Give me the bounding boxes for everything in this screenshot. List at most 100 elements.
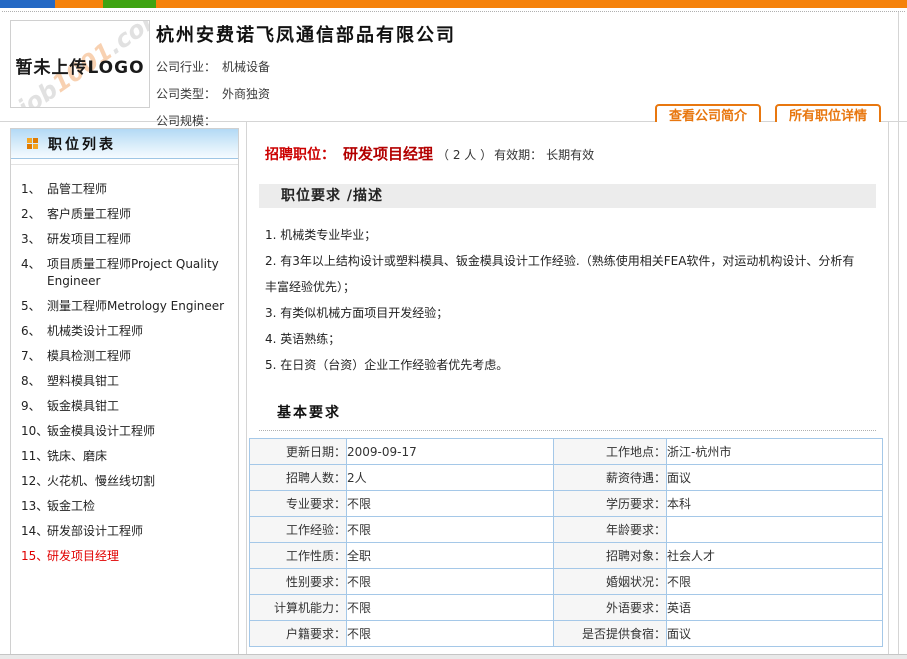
sidebar-item-job[interactable]: 1、品管工程师 — [19, 177, 232, 202]
req-label: 性别要求： — [250, 569, 347, 595]
job-item-number: 4、 — [19, 256, 47, 290]
job-title: 研发项目经理 — [343, 145, 433, 163]
sidebar-item-job[interactable]: 11、铣床、磨床 — [19, 444, 232, 469]
job-item-number: 12、 — [19, 473, 47, 490]
job-item-label: 项目质量工程师Project Quality Engineer — [47, 256, 232, 290]
req-value: 面议 — [667, 465, 883, 491]
table-row: 更新日期：2009-09-17工作地点：浙江-杭州市 — [250, 439, 883, 465]
page-right-edge — [898, 12, 899, 659]
req-value: 社会人才 — [667, 543, 883, 569]
company-field-label: 公司类型： — [156, 87, 216, 101]
table-row: 工作性质：全职招聘对象：社会人才 — [250, 543, 883, 569]
req-label: 是否提供食宿： — [554, 621, 667, 647]
top-color-bar — [0, 0, 907, 8]
top-bar-segment-orange — [55, 0, 103, 8]
job-item-label: 研发部设计工程师 — [47, 523, 232, 540]
job-item-number: 1、 — [19, 181, 47, 198]
req-value: 不限 — [347, 491, 554, 517]
sidebar-item-job[interactable]: 8、塑料模具钳工 — [19, 369, 232, 394]
sidebar-item-job[interactable]: 6、机械类设计工程师 — [19, 319, 232, 344]
table-row: 户籍要求：不限是否提供食宿：面议 — [250, 621, 883, 647]
req-label: 婚姻状况： — [554, 569, 667, 595]
req-label: 专业要求： — [250, 491, 347, 517]
company-field-row: 公司类型： 外商独资 — [156, 81, 270, 108]
company-field-value: 外商独资 — [222, 87, 270, 101]
job-detail-panel: 招聘职位：研发项目经理（ 2 人 ）有效期：长期有效 职位要求 /描述 1. 机… — [246, 122, 889, 659]
req-value: 不限 — [347, 517, 554, 543]
sidebar-item-job[interactable]: 12、火花机、慢丝线切割 — [19, 469, 232, 494]
table-row: 工作经验：不限年龄要求： — [250, 517, 883, 543]
job-list-header: 职位列表 — [11, 129, 238, 159]
description-line: 3. 有类似机械方面项目开发经验； — [265, 300, 866, 326]
req-label: 招聘人数： — [250, 465, 347, 491]
page: job1001.com 暂未上传LOGO 杭州安费诺飞凤通信部品有限公司 公司行… — [0, 0, 907, 659]
req-value: 英语 — [667, 595, 883, 621]
req-value: 不限 — [667, 569, 883, 595]
req-value: 不限 — [347, 595, 554, 621]
sidebar-item-job[interactable]: 10、钣金模具设计工程师 — [19, 419, 232, 444]
req-label: 外语要求： — [554, 595, 667, 621]
req-label: 薪资待遇： — [554, 465, 667, 491]
job-headcount: （ 2 人 ） — [437, 148, 492, 162]
logo-placeholder-text: 暂未上传LOGO — [11, 53, 149, 78]
req-value: 不限 — [347, 569, 554, 595]
sidebar-item-job[interactable]: 4、项目质量工程师Project Quality Engineer — [19, 252, 232, 294]
sidebar-item-job[interactable]: 15、研发项目经理 — [19, 544, 232, 569]
req-value: 2009-09-17 — [347, 439, 554, 465]
sidebar-item-job[interactable]: 7、模具检测工程师 — [19, 344, 232, 369]
req-label: 工作地点： — [554, 439, 667, 465]
req-label: 计算机能力： — [250, 595, 347, 621]
job-item-label: 钣金工检 — [47, 498, 232, 515]
company-field-label: 公司行业： — [156, 60, 216, 74]
job-list: 1、品管工程师2、客户质量工程师3、研发项目工程师4、项目质量工程师Projec… — [11, 165, 238, 569]
job-header: 招聘职位：研发项目经理（ 2 人 ）有效期：长期有效 — [265, 143, 888, 164]
description-section-title: 职位要求 /描述 — [259, 184, 876, 208]
job-item-label: 研发项目经理 — [47, 548, 232, 565]
job-item-number: 2、 — [19, 206, 47, 223]
sidebar-item-job[interactable]: 5、测量工程师Metrology Engineer — [19, 294, 232, 319]
job-item-number: 8、 — [19, 373, 47, 390]
req-label: 户籍要求： — [250, 621, 347, 647]
req-value: 2人 — [347, 465, 554, 491]
description-line: 5. 在日资（台资）企业工作经验者优先考虑。 — [265, 352, 866, 378]
company-field-row: 公司行业： 机械设备 — [156, 54, 270, 81]
company-field-value: 机械设备 — [222, 60, 270, 74]
req-label: 工作经验： — [250, 517, 347, 543]
job-item-label: 模具检测工程师 — [47, 348, 232, 365]
requirements-section-title: 基本要求 — [259, 396, 876, 431]
table-row: 招聘人数：2人薪资待遇：面议 — [250, 465, 883, 491]
description-lines: 1. 机械类专业毕业；2. 有3年以上结构设计或塑料模具、钣金模具设计工作经验.… — [265, 222, 866, 378]
sidebar-item-job[interactable]: 13、钣金工检 — [19, 494, 232, 519]
req-label: 工作性质： — [250, 543, 347, 569]
job-item-number: 13、 — [19, 498, 47, 515]
job-item-label: 研发项目工程师 — [47, 231, 232, 248]
req-label: 年龄要求： — [554, 517, 667, 543]
requirements-table-body: 更新日期：2009-09-17工作地点：浙江-杭州市招聘人数：2人薪资待遇：面议… — [250, 439, 883, 647]
top-bar-segment-orange2 — [156, 0, 907, 8]
bottom-window-edge — [0, 654, 907, 659]
job-item-label: 塑料模具钳工 — [47, 373, 232, 390]
sidebar-item-job[interactable]: 3、研发项目工程师 — [19, 227, 232, 252]
job-item-label: 铣床、磨床 — [47, 448, 232, 465]
job-item-label: 钣金模具钳工 — [47, 398, 232, 415]
job-item-label: 火花机、慢丝线切割 — [47, 473, 232, 490]
validity-value: 长期有效 — [546, 148, 594, 162]
job-item-number: 7、 — [19, 348, 47, 365]
job-item-number: 14、 — [19, 523, 47, 540]
description-line: 4. 英语熟练； — [265, 326, 866, 352]
table-row: 计算机能力：不限外语要求：英语 — [250, 595, 883, 621]
grid-squares-icon — [27, 138, 38, 149]
sidebar-item-job[interactable]: 14、研发部设计工程师 — [19, 519, 232, 544]
req-label: 学历要求： — [554, 491, 667, 517]
req-label: 招聘对象： — [554, 543, 667, 569]
sidebar-item-job[interactable]: 2、客户质量工程师 — [19, 202, 232, 227]
job-item-number: 11、 — [19, 448, 47, 465]
company-header: job1001.com 暂未上传LOGO 杭州安费诺飞凤通信部品有限公司 公司行… — [0, 12, 907, 121]
req-value: 面议 — [667, 621, 883, 647]
req-value — [667, 517, 883, 543]
sidebar-item-job[interactable]: 9、钣金模具钳工 — [19, 394, 232, 419]
job-item-number: 5、 — [19, 298, 47, 315]
job-item-label: 客户质量工程师 — [47, 206, 232, 223]
req-value: 不限 — [347, 621, 554, 647]
content-area: 职位列表 1、品管工程师2、客户质量工程师3、研发项目工程师4、项目质量工程师P… — [0, 122, 907, 659]
